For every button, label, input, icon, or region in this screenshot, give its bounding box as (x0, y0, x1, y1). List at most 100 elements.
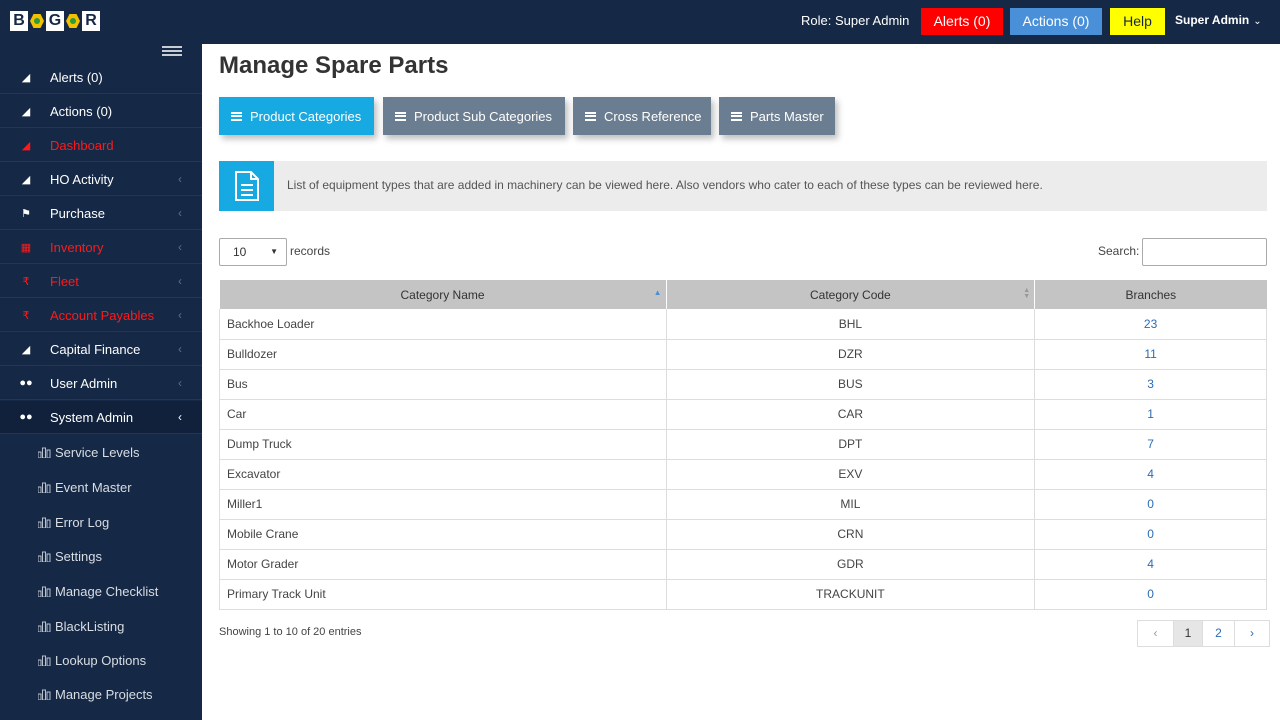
sidebar-item-alerts[interactable]: ◢ Alerts (0) (0, 61, 202, 94)
help-button[interactable]: Help (1110, 8, 1165, 35)
chevron-left-icon: ‹ (178, 308, 182, 322)
sub-item-lookup-options[interactable]: Lookup Options (0, 643, 202, 677)
chevron-down-icon: ‹ (178, 410, 182, 424)
info-banner: List of equipment types that are added i… (219, 161, 1267, 211)
records-length-select[interactable]: 10 ▼ (219, 238, 287, 266)
bar-chart-icon (38, 551, 51, 562)
chevron-left-icon: ‹ (178, 206, 182, 220)
list-icon (731, 111, 742, 121)
chevron-left-icon: ‹ (178, 240, 182, 254)
branches-link[interactable]: 1 (1034, 399, 1267, 430)
info-text: List of equipment types that are added i… (287, 178, 1043, 192)
page-title: Manage Spare Parts (219, 52, 449, 79)
bar-chart-icon (38, 689, 51, 700)
sub-item-manage-projects[interactable]: Manage Projects (0, 677, 202, 711)
sidebar-item-ho-activity[interactable]: ◢ HO Activity ‹ (0, 163, 202, 196)
user-menu[interactable]: Super Admin ⌄ (1175, 13, 1262, 27)
category-code-cell: BUS (666, 369, 1036, 400)
category-name-cell: Backhoe Loader (219, 309, 667, 340)
chevron-left-icon: ‹ (178, 376, 182, 390)
sub-item-event-master[interactable]: Event Master (0, 470, 202, 504)
chevron-down-icon: ⌄ (1253, 16, 1262, 27)
search-input[interactable] (1142, 238, 1267, 266)
list-icon (395, 111, 406, 121)
category-name-cell: Mobile Crane (219, 519, 667, 550)
table-row: Mobile Crane CRN 0 (219, 519, 1267, 550)
sidebar-item-user-admin[interactable]: ●● User Admin ‹ (0, 367, 202, 400)
sub-item-manage-checklist[interactable]: Manage Checklist (0, 574, 202, 608)
branches-link[interactable]: 23 (1034, 309, 1267, 340)
records-label: records (290, 244, 331, 258)
column-header-category-code[interactable]: Category Code ▲ ▼ (666, 280, 1036, 309)
sidebar-item-system-admin[interactable]: ●● System Admin ‹ (0, 401, 202, 434)
table-row: Primary Track Unit TRACKUNIT 0 (219, 579, 1267, 610)
category-code-cell: CRN (666, 519, 1036, 550)
sidebar-item-purchase[interactable]: ⚑ Purchase ‹ (0, 197, 202, 230)
sidebar-item-capital-finance[interactable]: ◢ Capital Finance ‹ (0, 333, 202, 366)
column-header-category-name[interactable]: Category Name ▲ (219, 280, 667, 309)
bar-chart-icon (38, 447, 51, 458)
rupee-icon: ₹ (22, 309, 30, 322)
category-code-cell: TRACKUNIT (666, 579, 1036, 610)
table-row: Bulldozer DZR 11 (219, 339, 1267, 370)
pagination-prev-button[interactable]: ‹ (1138, 621, 1174, 646)
category-name-cell: Bus (219, 369, 667, 400)
branches-link[interactable]: 11 (1034, 339, 1267, 370)
branches-link[interactable]: 0 (1034, 489, 1267, 520)
sidebar-item-inventory[interactable]: ▦ Inventory ‹ (0, 231, 202, 264)
category-code-cell: DPT (666, 429, 1036, 460)
flag-icon: ⚑ (21, 207, 31, 220)
tab-product-sub-categories[interactable]: Product Sub Categories (383, 97, 565, 135)
sub-item-error-log[interactable]: Error Log (0, 505, 202, 539)
sidebar-item-account-payables[interactable]: ₹ Account Payables ‹ (0, 299, 202, 332)
table-row: Bus BUS 3 (219, 369, 1267, 400)
document-icon (219, 161, 274, 211)
table-row: Backhoe Loader BHL 23 (219, 309, 1267, 340)
branches-link[interactable]: 7 (1034, 429, 1267, 460)
list-icon (231, 111, 242, 121)
table-row: Car CAR 1 (219, 399, 1267, 430)
tab-label: Cross Reference (604, 108, 702, 124)
sub-item-service-levels[interactable]: Service Levels (0, 435, 202, 469)
sort-icon: ▲ ▼ (1023, 287, 1031, 300)
pagination: ‹ 1 2 › (1137, 620, 1270, 647)
pagination-next-button[interactable]: › (1235, 621, 1269, 646)
sub-item-settings[interactable]: Settings (0, 539, 202, 573)
category-name-cell: Miller1 (219, 489, 667, 520)
actions-button[interactable]: Actions (0) (1010, 8, 1102, 35)
chart-area-icon: ◢ (21, 343, 31, 356)
bar-chart-icon (38, 655, 51, 666)
pagination-page-1[interactable]: 1 (1174, 621, 1203, 646)
branches-link[interactable]: 4 (1034, 459, 1267, 490)
bar-chart-icon (38, 621, 51, 632)
branches-link[interactable]: 0 (1034, 519, 1267, 550)
logo-hex-icon (66, 14, 80, 28)
tab-product-categories[interactable]: Product Categories (219, 97, 374, 135)
user-name: Super Admin (1175, 13, 1250, 27)
branches-link[interactable]: 0 (1034, 579, 1267, 610)
sidebar-item-fleet[interactable]: ₹ Fleet ‹ (0, 265, 202, 298)
category-name-cell: Dump Truck (219, 429, 667, 460)
chart-area-icon: ◢ (21, 71, 31, 84)
categories-table: Category Name ▲ Category Code ▲ ▼ Branche… (219, 280, 1267, 610)
branches-link[interactable]: 3 (1034, 369, 1267, 400)
category-code-cell: GDR (666, 549, 1036, 580)
category-name-cell: Bulldozer (219, 339, 667, 370)
records-length-value: 10 (233, 245, 247, 259)
tab-label: Product Sub Categories (414, 108, 553, 124)
menu-toggle-icon[interactable] (162, 46, 182, 56)
tab-parts-master[interactable]: Parts Master (719, 97, 835, 135)
branches-link[interactable]: 4 (1034, 549, 1267, 580)
alerts-button[interactable]: Alerts (0) (921, 8, 1003, 35)
table-row: Dump Truck DPT 7 (219, 429, 1267, 460)
column-header-branches[interactable]: Branches (1034, 280, 1267, 309)
sidebar-item-actions[interactable]: ◢ Actions (0) (0, 95, 202, 128)
tab-cross-reference[interactable]: Cross Reference (573, 97, 711, 135)
sub-item-blacklisting[interactable]: BlackListing (0, 609, 202, 643)
sidebar-item-dashboard[interactable]: ◢ Dashboard (0, 129, 202, 162)
table-row: Motor Grader GDR 4 (219, 549, 1267, 580)
bgr-logo[interactable]: B G R (10, 7, 100, 35)
category-code-cell: BHL (666, 309, 1036, 340)
pagination-page-2[interactable]: 2 (1203, 621, 1235, 646)
category-code-cell: EXV (666, 459, 1036, 490)
